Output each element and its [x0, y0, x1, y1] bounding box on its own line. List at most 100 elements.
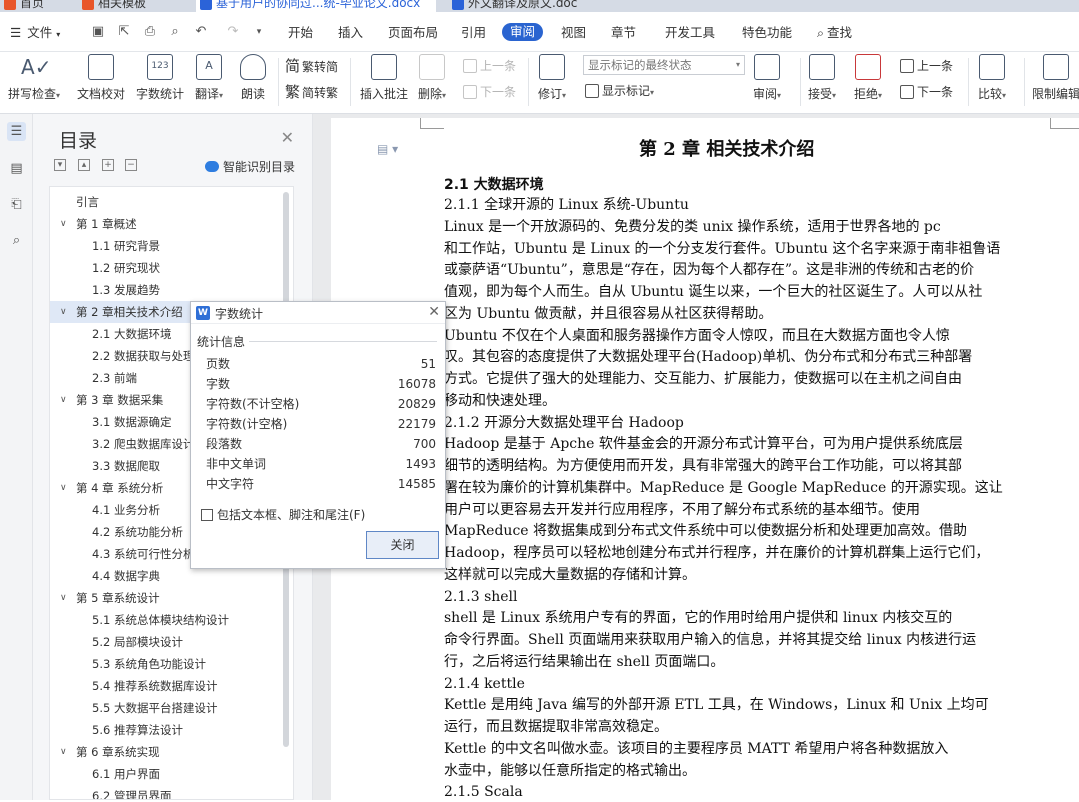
word-count-button[interactable]: 123 字数统计: [136, 54, 184, 102]
toc-item[interactable]: 6.1 用户界面: [50, 763, 290, 785]
menu-start[interactable]: 开始: [288, 24, 313, 42]
dialog-titlebar[interactable]: W 字数统计 ✕: [191, 302, 445, 324]
menu-review[interactable]: 审阅: [502, 23, 544, 41]
translate-button[interactable]: A 翻译▾: [195, 54, 223, 102]
next-comment-icon: [463, 85, 477, 99]
doc-line: MapReduce 将数据集成到分布式文件系统中可以使数据分析和处理更加高效。借…: [444, 523, 968, 540]
close-button[interactable]: 关闭: [366, 531, 439, 559]
ribbon-divider: [800, 58, 801, 106]
toc-item[interactable]: 1.2 研究现状: [50, 257, 290, 279]
chevron-down-icon[interactable]: ∨: [60, 741, 67, 763]
accept-button[interactable]: 接受▾: [808, 54, 836, 102]
crop-mark: [1050, 118, 1051, 128]
simp-to-trad-button[interactable]: 繁简转繁: [285, 84, 338, 101]
word-count-dialog: W 字数统计 ✕ 统计信息 页数 51 字数 16078 字符数(不计空格) 2082…: [190, 301, 446, 569]
reject-button[interactable]: 拒绝▾: [854, 54, 882, 102]
chevron-down-icon[interactable]: ∨: [60, 301, 67, 323]
toc-item-label: 5.6 推荐算法设计: [92, 723, 183, 737]
doc-tab-thesis[interactable]: 基于用户的协同过...统-毕业论文.docx: [196, 0, 436, 12]
next-change-button[interactable]: 下一条: [900, 84, 953, 100]
chevron-down-icon[interactable]: ∨: [60, 213, 67, 235]
doc-tab-templates[interactable]: 相关模板: [78, 0, 182, 12]
toc-item[interactable]: 5.1 系统总体模块结构设计: [50, 609, 290, 631]
toc-item-label: 第 4 章 系统分析: [76, 481, 164, 495]
toc-item-label: 第 5 章系统设计: [76, 591, 160, 605]
toc-item[interactable]: ∨ 第 5 章系统设计: [50, 587, 290, 609]
menu-view[interactable]: 视图: [561, 24, 586, 42]
show-markup-button[interactable]: 显示标记▾: [585, 83, 654, 101]
chevron-down-icon[interactable]: ∨: [60, 477, 67, 499]
menu-page-layout[interactable]: 页面布局: [388, 24, 438, 42]
toc-item-label: 1.1 研究背景: [92, 239, 160, 253]
find-icon[interactable]: ⌕: [7, 231, 26, 250]
chevron-down-icon[interactable]: ∨: [60, 389, 67, 411]
save-icon[interactable]: ▣: [90, 24, 106, 40]
toc-item[interactable]: 引言: [50, 191, 290, 213]
toc-item[interactable]: 5.2 局部模块设计: [50, 631, 290, 653]
pages-panel-icon[interactable]: ▤: [7, 159, 26, 178]
smart-toc-button[interactable]: 智能识别目录: [205, 158, 295, 175]
doc-line: 移动和快速处理。: [444, 392, 556, 409]
doc-tab-translation[interactable]: 外文翻译及原文.doc: [448, 0, 648, 12]
track-changes-button[interactable]: 修订▾: [538, 54, 566, 102]
translate-icon: A: [196, 54, 223, 80]
toc-item[interactable]: ∨ 第 6 章系统实现: [50, 741, 290, 763]
export-icon[interactable]: ⇱: [116, 24, 132, 40]
spell-check-button[interactable]: A✓ 拼写检查▾: [8, 54, 60, 102]
doc-line: 用户可以更容易去开发并行应用程序，不用了解分布式系统的基本细节。使用: [444, 501, 920, 518]
insert-comment-button[interactable]: 插入批注: [360, 54, 408, 102]
doc-line: Kettle 是用纯 Java 编写的外部开源 ETL 工具，在 Windows…: [444, 697, 989, 714]
print-preview-icon[interactable]: ⌕: [167, 24, 183, 40]
markup-display-select[interactable]: 显示标记的最终状态 ▾: [583, 55, 745, 75]
toc-item[interactable]: 6.2 管理员界面: [50, 785, 290, 799]
toc-item[interactable]: 5.6 推荐算法设计: [50, 719, 290, 741]
toc-item[interactable]: ∨ 第 1 章概述: [50, 213, 290, 235]
menu-features[interactable]: 特色功能: [742, 24, 792, 42]
toc-item[interactable]: 5.3 系统角色功能设计: [50, 653, 290, 675]
page-options-icon[interactable]: ▤ ▾: [377, 142, 398, 156]
menu-references[interactable]: 引用: [461, 24, 486, 42]
include-footnotes-checkbox[interactable]: 包括文本框、脚注和尾注(F): [201, 506, 365, 523]
toc-panel-icon[interactable]: ☰: [7, 122, 26, 141]
doc-line: 行，之后将运行结果输出在 shell 页面端口。: [444, 653, 725, 670]
restrict-edit-button[interactable]: 限制编辑: [1032, 54, 1079, 102]
chevron-down-icon[interactable]: ∨: [60, 587, 67, 609]
next-comment-button[interactable]: 下一条: [463, 84, 516, 100]
bookmark-icon[interactable]: ⎗: [7, 195, 26, 214]
collapse-all-icon[interactable]: ▾: [54, 159, 66, 171]
remove-heading-icon[interactable]: −: [125, 159, 137, 171]
delete-comment-button[interactable]: 删除▾: [418, 54, 446, 102]
toc-item-label: 第 3 章 数据采集: [76, 393, 164, 407]
trad-to-simp-button[interactable]: 简繁转简: [285, 58, 338, 75]
print-icon[interactable]: ⎙: [142, 24, 158, 40]
compare-button[interactable]: 比较▾: [978, 54, 1006, 102]
file-menu[interactable]: ☰ 文件 ▾: [10, 24, 60, 44]
toc-item[interactable]: 1.3 发展趋势: [50, 279, 290, 301]
document-tab-bar: 首页 相关模板 基于用户的协同过...统-毕业论文.docx 外文翻译及原文.d…: [0, 0, 1079, 12]
customize-dropdown-icon[interactable]: ▾: [251, 24, 267, 40]
close-icon[interactable]: ✕: [281, 128, 294, 147]
review-pane-button[interactable]: 审阅▾: [753, 54, 781, 102]
checkbox-box[interactable]: [201, 509, 213, 521]
toc-item[interactable]: 5.5 大数据平台搭建设计: [50, 697, 290, 719]
menu-dev-tools[interactable]: 开发工具: [665, 24, 715, 42]
home-icon: [4, 0, 16, 10]
toc-item[interactable]: 5.4 推荐系统数据库设计: [50, 675, 290, 697]
word-doc-icon: [200, 0, 212, 10]
read-aloud-icon: [240, 54, 266, 80]
redo-icon[interactable]: ↷: [225, 24, 241, 40]
prev-change-button[interactable]: 上一条: [900, 58, 953, 74]
toc-item[interactable]: 1.1 研究背景: [50, 235, 290, 257]
menu-insert[interactable]: 插入: [338, 24, 363, 42]
menu-chapter[interactable]: 章节: [611, 24, 636, 42]
doc-tab-home[interactable]: 首页: [0, 0, 70, 12]
expand-all-icon[interactable]: ▴: [78, 159, 90, 171]
close-icon[interactable]: ✕: [428, 304, 440, 320]
add-heading-icon[interactable]: +: [102, 159, 114, 171]
menu-bar: ☰ 文件 ▾ ▣ ⇱ ⎙ ⌕ ↶ ↷ ▾ 开始 插入 页面布局 引用 审阅 视图 章…: [0, 12, 1079, 52]
undo-icon[interactable]: ↶: [193, 24, 209, 40]
prev-comment-button[interactable]: 上一条: [463, 58, 516, 74]
search-button[interactable]: ⌕ 查找: [817, 24, 852, 42]
doc-proof-button[interactable]: 文档校对: [77, 54, 125, 102]
read-aloud-button[interactable]: 朗读: [240, 54, 266, 102]
